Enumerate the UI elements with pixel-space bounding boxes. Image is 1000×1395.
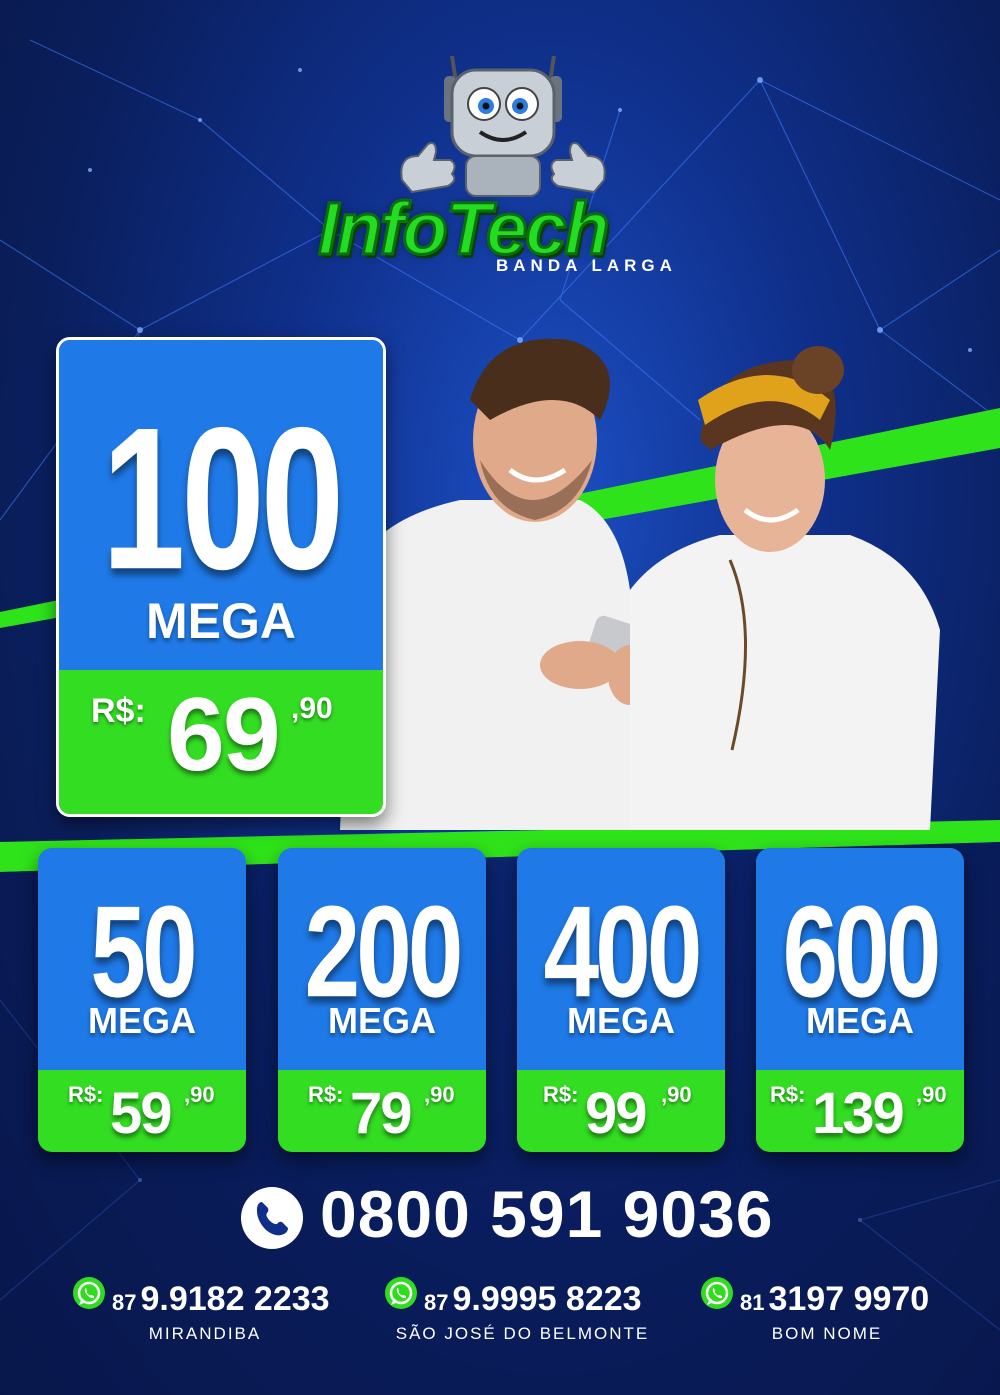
plan-speed-panel: 600 MEGA bbox=[756, 848, 964, 1070]
plan-unit: MEGA bbox=[328, 1000, 436, 1041]
plan-cents: ,90 bbox=[916, 1082, 947, 1107]
featured-plan-price-panel: R$: 69 ,90 bbox=[59, 670, 383, 814]
plan-speed-panel: 200 MEGA bbox=[278, 848, 486, 1070]
plan-price: 79 bbox=[350, 1081, 412, 1146]
featured-plan-card[interactable]: 100 MEGA R$: 69 ,90 bbox=[56, 337, 386, 817]
plan-currency: R$: bbox=[68, 1082, 104, 1107]
plan-price-panel: R$: 59 ,90 bbox=[38, 1070, 246, 1152]
plan-unit: MEGA bbox=[88, 1000, 196, 1041]
plan-currency: R$: bbox=[770, 1082, 806, 1107]
whatsapp-contact-mirandiba[interactable]: 87 9.9182 2233 bbox=[72, 1276, 330, 1319]
plan-cents: ,90 bbox=[661, 1082, 692, 1107]
featured-plan-speed: 100 bbox=[101, 384, 344, 612]
phone-icon bbox=[241, 1187, 303, 1249]
whatsapp-contact-bom-nome[interactable]: 81 3197 9970 bbox=[700, 1276, 929, 1319]
whatsapp-ddd: 81 bbox=[740, 1290, 765, 1315]
whatsapp-number: 3197 9970 bbox=[768, 1280, 930, 1318]
plan-price-panel: R$: 99 ,90 bbox=[517, 1070, 725, 1152]
city-label: MIRANDIBA bbox=[148, 1324, 262, 1343]
whatsapp-ddd: 87 bbox=[112, 1290, 137, 1315]
whatsapp-icon bbox=[701, 1277, 733, 1309]
plan-price: 139 bbox=[812, 1081, 905, 1146]
plan-price: 99 bbox=[585, 1081, 647, 1146]
whatsapp-icon bbox=[385, 1277, 417, 1309]
brand-subtitle: BANDA LARGA bbox=[496, 256, 677, 275]
featured-plan-speed-panel: 100 MEGA bbox=[59, 340, 383, 676]
plan-card-50[interactable]: 50 MEGA R$: 59 ,90 bbox=[38, 848, 246, 1152]
main-phone-number[interactable]: 0800 591 9036 bbox=[320, 1176, 773, 1252]
advertisement-poster: InfoTech BANDA LARGA 100 MEGA R$: 69 ,90 bbox=[0, 0, 1000, 1395]
plan-cents: ,90 bbox=[184, 1082, 215, 1107]
plan-currency: R$: bbox=[543, 1082, 579, 1107]
plan-card-600[interactable]: 600 MEGA R$: 139 ,90 bbox=[756, 848, 964, 1152]
plan-price-panel: R$: 139 ,90 bbox=[756, 1070, 964, 1152]
plan-card-400[interactable]: 400 MEGA R$: 99 ,90 bbox=[517, 848, 725, 1152]
plan-unit: MEGA bbox=[567, 1000, 675, 1041]
whatsapp-number: 9.9182 2233 bbox=[140, 1280, 330, 1318]
couple-with-phone-photo bbox=[340, 338, 940, 830]
whatsapp-ddd: 87 bbox=[424, 1290, 449, 1315]
whatsapp-contact-sao-jose[interactable]: 87 9.9995 8223 bbox=[384, 1276, 642, 1319]
plan-currency: R$: bbox=[308, 1082, 344, 1107]
city-label: BOM NOME bbox=[771, 1324, 883, 1343]
plan-speed-panel: 50 MEGA bbox=[38, 848, 246, 1070]
plan-price-panel: R$: 79 ,90 bbox=[278, 1070, 486, 1152]
whatsapp-number: 9.9995 8223 bbox=[452, 1280, 642, 1318]
featured-plan-unit: MEGA bbox=[146, 593, 296, 649]
featured-plan-currency: R$: bbox=[91, 692, 146, 730]
featured-plan-cents: ,90 bbox=[291, 692, 333, 725]
featured-plan-price: 69 bbox=[167, 677, 281, 793]
plan-unit: MEGA bbox=[806, 1000, 914, 1041]
whatsapp-icon bbox=[73, 1277, 105, 1309]
robot-mascot-thumbs-up-icon bbox=[400, 55, 606, 197]
plan-cents: ,90 bbox=[424, 1082, 455, 1107]
plan-speed-panel: 400 MEGA bbox=[517, 848, 725, 1070]
plan-card-200[interactable]: 200 MEGA R$: 79 ,90 bbox=[278, 848, 486, 1152]
city-label: SÃO JOSÉ DO BELMONTE bbox=[395, 1324, 650, 1343]
plan-price: 59 bbox=[110, 1081, 172, 1146]
